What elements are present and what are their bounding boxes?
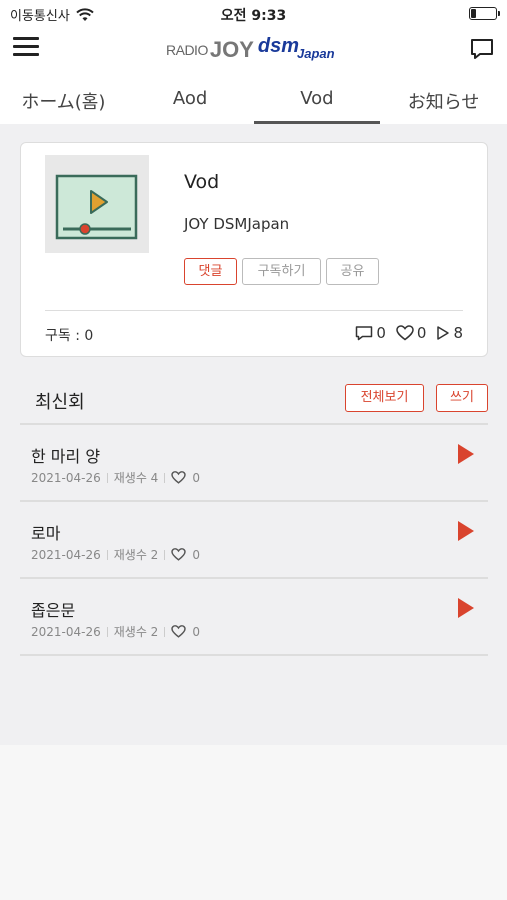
battery-icon xyxy=(469,7,500,20)
episode-plays: 재생수 2 xyxy=(113,625,159,639)
channel-thumbnail xyxy=(45,155,149,253)
like-count: 0 xyxy=(416,324,427,342)
episode-meta: 2021-04-26 재생수 2 0 xyxy=(31,623,200,640)
play-icon[interactable] xyxy=(457,597,475,619)
tab-notice[interactable]: お知らせ xyxy=(380,72,507,124)
episode-date: 2021-04-26 xyxy=(31,470,101,485)
menu-bar xyxy=(13,45,39,48)
comment-button[interactable]: 댓글 xyxy=(184,258,237,285)
share-button[interactable]: 공유 xyxy=(326,258,379,285)
episode-likes: 0 xyxy=(192,470,200,485)
comment-icon xyxy=(356,326,373,341)
menu-button[interactable] xyxy=(13,37,39,59)
tab-aod[interactable]: Aod xyxy=(127,72,254,124)
episode-item[interactable]: 좁은문 2021-04-26 재생수 2 0 xyxy=(20,579,488,656)
heart-icon xyxy=(171,548,187,561)
app-logo: RADIO JOY dsm Japan xyxy=(166,34,346,66)
episode-plays: 재생수 2 xyxy=(113,548,159,562)
episode-likes: 0 xyxy=(192,624,200,639)
empty-footer-area xyxy=(0,745,507,900)
logo-dsm-text: dsm xyxy=(257,34,299,57)
logo-joy-text: JOY xyxy=(209,37,254,62)
meta-separator xyxy=(106,472,108,483)
tab-home[interactable]: ホーム(홈) xyxy=(0,72,127,124)
write-button[interactable]: 쓰기 xyxy=(436,384,488,412)
tab-vod[interactable]: Vod xyxy=(253,72,381,124)
message-icon[interactable] xyxy=(469,36,495,62)
episode-list: 한 마리 양 2021-04-26 재생수 4 0 로마 2021-04-26 … xyxy=(20,423,488,656)
latest-title: 최신회 xyxy=(35,392,85,413)
like-stat: 0 xyxy=(396,324,427,342)
episode-meta: 2021-04-26 재생수 2 0 xyxy=(31,546,200,563)
channel-name: JOY DSMJapan xyxy=(184,215,290,233)
play-icon[interactable] xyxy=(457,443,475,465)
view-all-button[interactable]: 전체보기 xyxy=(345,384,424,412)
clock: 오전 9:33 xyxy=(220,8,287,24)
play-stat: 8 xyxy=(436,324,463,342)
meta-separator xyxy=(164,549,166,560)
tab-bar: ホーム(홈) Aod Vod お知らせ xyxy=(0,72,507,124)
channel-card: Vod JOY DSMJapan 댓글 구독하기 공유 구독 : 0 0 0 8 xyxy=(20,142,488,357)
episode-meta: 2021-04-26 재생수 4 0 xyxy=(31,469,200,486)
heart-icon xyxy=(171,625,187,638)
play-icon[interactable] xyxy=(457,520,475,542)
logo-japan-text: Japan xyxy=(297,45,335,61)
episode-title: 한 마리 양 xyxy=(31,447,101,466)
episode-date: 2021-04-26 xyxy=(31,547,101,562)
meta-separator xyxy=(106,549,108,560)
episode-likes: 0 xyxy=(192,547,200,562)
status-bar: 이동통신사 오전 9:33 xyxy=(0,0,507,28)
video-player-icon xyxy=(55,174,138,240)
meta-separator xyxy=(164,472,166,483)
heart-icon xyxy=(171,471,187,484)
channel-title: Vod xyxy=(184,171,220,193)
meta-separator xyxy=(164,626,166,637)
logo-radio-text: RADIO xyxy=(166,42,208,58)
comment-count: 0 xyxy=(376,324,386,342)
episode-plays: 재생수 4 xyxy=(113,471,159,485)
menu-bar xyxy=(13,37,39,40)
app-header: RADIO JOY dsm Japan xyxy=(0,28,507,72)
episode-title: 좁은문 xyxy=(31,601,76,620)
episode-date: 2021-04-26 xyxy=(31,624,101,639)
play-count: 8 xyxy=(453,324,463,342)
menu-bar xyxy=(13,53,39,56)
episode-title: 로마 xyxy=(31,524,61,543)
heart-icon xyxy=(396,325,414,341)
subscriber-count: 구독 : 0 xyxy=(45,328,94,344)
channel-stats: 0 0 8 xyxy=(355,324,463,342)
episode-item[interactable]: 한 마리 양 2021-04-26 재생수 4 0 xyxy=(20,425,488,502)
episode-item[interactable]: 로마 2021-04-26 재생수 2 0 xyxy=(20,502,488,579)
play-outline-icon xyxy=(437,326,450,340)
meta-separator xyxy=(106,626,108,637)
comment-stat: 0 xyxy=(355,324,386,342)
card-divider xyxy=(45,310,463,311)
subscribe-button[interactable]: 구독하기 xyxy=(242,258,321,285)
